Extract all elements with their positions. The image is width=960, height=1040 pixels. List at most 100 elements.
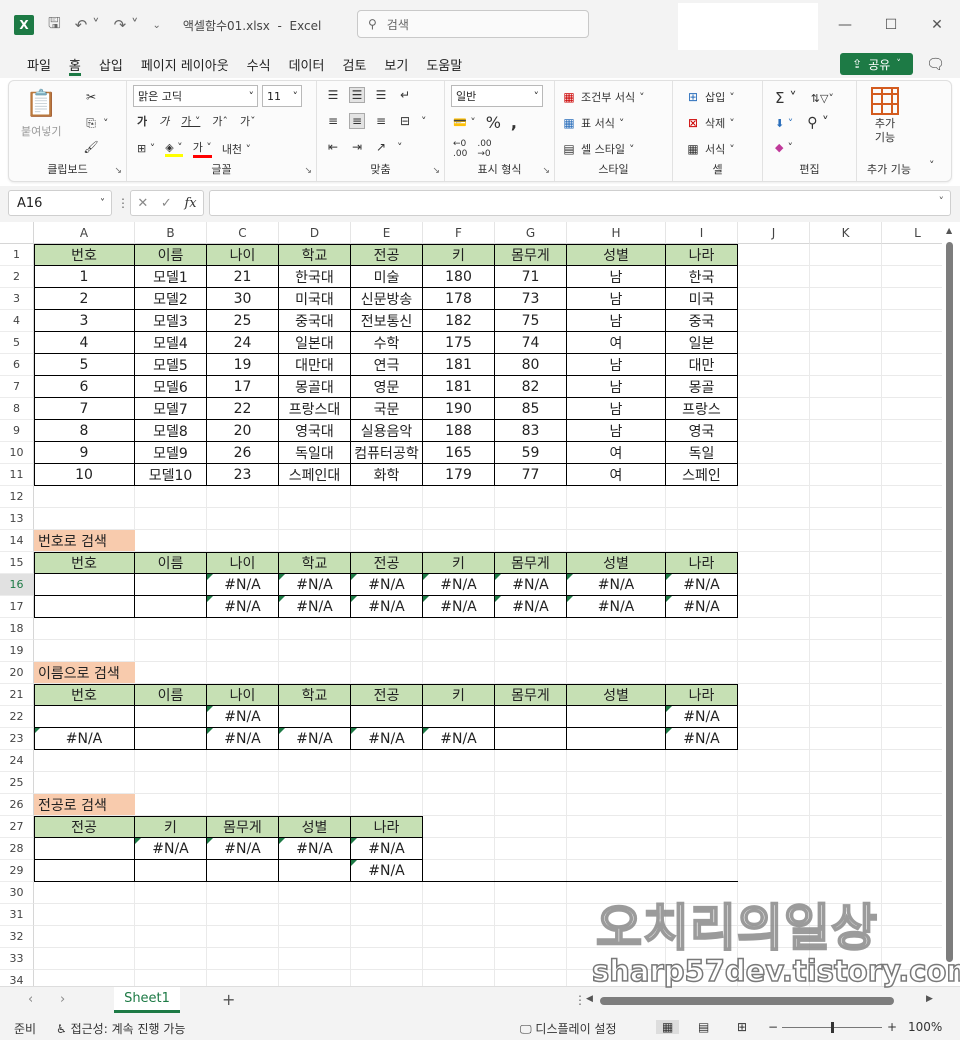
cell[interactable] bbox=[279, 970, 351, 986]
cell[interactable] bbox=[495, 794, 567, 816]
table-header-cell[interactable]: 성별 bbox=[567, 684, 666, 706]
cell[interactable] bbox=[423, 772, 495, 794]
table-header-cell[interactable]: 전공 bbox=[34, 816, 135, 838]
cell[interactable] bbox=[495, 640, 567, 662]
table-cell[interactable]: 한국대 bbox=[279, 266, 351, 288]
cell[interactable] bbox=[810, 750, 882, 772]
table-cell[interactable]: 165 bbox=[423, 442, 495, 464]
cell[interactable] bbox=[135, 926, 207, 948]
cell[interactable] bbox=[567, 838, 666, 860]
italic-icon[interactable]: 가 bbox=[159, 113, 169, 129]
cell-styles-button[interactable]: ▤ 셀 스타일 ˅ bbox=[561, 141, 634, 157]
table-cell[interactable]: #N/A bbox=[567, 596, 666, 618]
font-color-icon[interactable]: 가 ˅ bbox=[192, 139, 212, 158]
table-cell[interactable]: 프랑스 bbox=[666, 398, 738, 420]
font-size-select[interactable]: 11 ˅ bbox=[262, 85, 302, 107]
cell[interactable] bbox=[810, 596, 882, 618]
cell[interactable] bbox=[34, 508, 135, 530]
cell[interactable] bbox=[423, 926, 495, 948]
table-cell[interactable]: 모델9 bbox=[135, 442, 207, 464]
cell[interactable] bbox=[135, 750, 207, 772]
cell[interactable] bbox=[567, 618, 666, 640]
cell[interactable] bbox=[135, 486, 207, 508]
table-cell[interactable]: 23 bbox=[207, 464, 279, 486]
cell[interactable] bbox=[207, 508, 279, 530]
cell[interactable] bbox=[810, 728, 882, 750]
cell[interactable] bbox=[810, 354, 882, 376]
table-header-cell[interactable]: 성별 bbox=[567, 552, 666, 574]
dialog-launcher-icon[interactable]: ↘ bbox=[432, 166, 440, 176]
cell[interactable] bbox=[666, 794, 738, 816]
table-cell[interactable]: 5 bbox=[34, 354, 135, 376]
table-cell[interactable]: #N/A bbox=[666, 728, 738, 750]
cell[interactable] bbox=[738, 926, 810, 948]
more-icon[interactable]: ⋮ bbox=[117, 196, 129, 210]
table-cell[interactable]: 모델6 bbox=[135, 376, 207, 398]
table-cell[interactable] bbox=[34, 574, 135, 596]
cell[interactable] bbox=[810, 530, 882, 552]
table-header-cell[interactable]: 키 bbox=[423, 684, 495, 706]
cell[interactable] bbox=[423, 750, 495, 772]
table-header-cell[interactable]: 번호 bbox=[34, 684, 135, 706]
row-header[interactable]: 2 bbox=[0, 266, 34, 288]
cell[interactable] bbox=[207, 948, 279, 970]
scroll-up-icon[interactable]: ▲ bbox=[946, 226, 952, 235]
zoom-in-icon[interactable]: + bbox=[887, 1020, 897, 1034]
cell[interactable] bbox=[810, 376, 882, 398]
clear-button[interactable]: ◆ ˅ bbox=[775, 141, 793, 154]
cell[interactable] bbox=[423, 816, 495, 838]
table-cell[interactable]: 스페인 bbox=[666, 464, 738, 486]
table-cell[interactable]: 59 bbox=[495, 442, 567, 464]
cell[interactable] bbox=[738, 662, 810, 684]
table-cell[interactable]: 수학 bbox=[351, 332, 423, 354]
cell[interactable] bbox=[135, 772, 207, 794]
table-header-cell[interactable]: 키 bbox=[135, 816, 207, 838]
table-cell[interactable]: 중국 bbox=[666, 310, 738, 332]
row-header[interactable]: 12 bbox=[0, 486, 34, 508]
column-header[interactable]: C bbox=[207, 222, 279, 244]
cell[interactable] bbox=[351, 508, 423, 530]
table-cell[interactable]: 75 bbox=[495, 310, 567, 332]
table-cell[interactable]: 181 bbox=[423, 376, 495, 398]
table-cell[interactable]: 21 bbox=[207, 266, 279, 288]
table-cell[interactable]: 남 bbox=[567, 420, 666, 442]
cell[interactable] bbox=[810, 398, 882, 420]
table-cell[interactable] bbox=[207, 860, 279, 882]
cell[interactable] bbox=[207, 882, 279, 904]
cell[interactable] bbox=[279, 904, 351, 926]
table-cell[interactable]: 남 bbox=[567, 398, 666, 420]
more-icon[interactable]: ⋮ bbox=[574, 993, 586, 1007]
formula-input[interactable]: ˅ bbox=[209, 190, 951, 216]
vertical-scroll-thumb[interactable] bbox=[946, 242, 953, 962]
cell[interactable] bbox=[738, 618, 810, 640]
enter-icon[interactable]: ✓ bbox=[161, 196, 172, 211]
row-header[interactable]: 21 bbox=[0, 684, 34, 706]
row-header[interactable]: 19 bbox=[0, 640, 34, 662]
table-cell[interactable]: 한국 bbox=[666, 266, 738, 288]
cell[interactable] bbox=[810, 266, 882, 288]
cell[interactable] bbox=[351, 640, 423, 662]
zoom-out-icon[interactable]: − bbox=[768, 1020, 778, 1034]
cell[interactable] bbox=[495, 926, 567, 948]
autosum-icon[interactable]: Σ ˅ bbox=[775, 89, 797, 107]
cell[interactable] bbox=[495, 508, 567, 530]
menu-tab[interactable]: 보기 bbox=[375, 50, 417, 78]
table-cell[interactable]: 26 bbox=[207, 442, 279, 464]
table-cell[interactable]: #N/A bbox=[423, 596, 495, 618]
cell[interactable] bbox=[423, 618, 495, 640]
column-header[interactable]: K bbox=[810, 222, 882, 244]
cell[interactable] bbox=[666, 904, 738, 926]
cell[interactable] bbox=[34, 926, 135, 948]
cell[interactable] bbox=[738, 882, 810, 904]
table-header-cell[interactable]: 번호 bbox=[34, 552, 135, 574]
table-header-cell[interactable]: 몸무게 bbox=[207, 816, 279, 838]
cell[interactable] bbox=[738, 596, 810, 618]
cell[interactable] bbox=[810, 860, 882, 882]
table-cell[interactable]: 연극 bbox=[351, 354, 423, 376]
cell[interactable] bbox=[666, 860, 738, 882]
table-cell[interactable]: 7 bbox=[34, 398, 135, 420]
cell[interactable] bbox=[135, 970, 207, 986]
row-header[interactable]: 34 bbox=[0, 970, 34, 986]
phonetic-icon[interactable]: 내천 ˅ bbox=[222, 141, 251, 157]
cell[interactable] bbox=[135, 794, 207, 816]
